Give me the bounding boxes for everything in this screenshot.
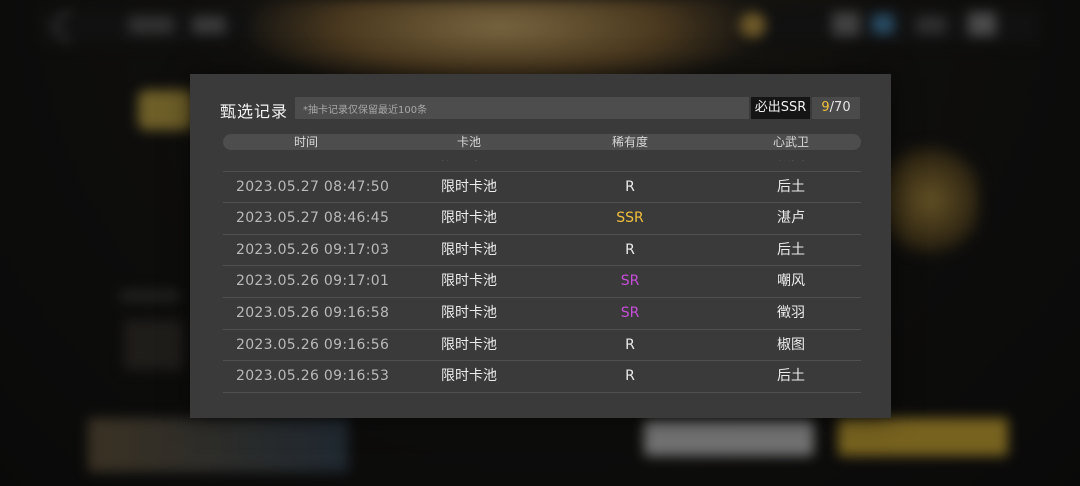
record-rarity: R — [625, 368, 635, 385]
record-time: 2023.05.26 09:16:56 — [236, 336, 390, 353]
record-time: 2023.05.26 09:17:01 — [236, 273, 390, 290]
record-rarity: R — [625, 336, 635, 353]
gacha-record-panel: 甄选记录 *抽卡记录仅保留最近100条 必出SSR 9/70 时间 卡池 稀有度… — [190, 74, 891, 418]
record-list-content: 2023.05.27 08:47:50限时卡池R椒图2023.05.27 08:… — [223, 160, 861, 393]
column-header-time: 时间 — [293, 135, 319, 149]
record-rarity: R — [625, 160, 635, 171]
table-row: 2023.05.27 08:47:50 限时卡池 R 后土 — [223, 172, 861, 204]
record-list[interactable]: 2023.05.27 08:47:50限时卡池R椒图2023.05.27 08:… — [223, 160, 861, 410]
ssr-total-count: /70 — [829, 100, 851, 115]
column-header-rarity: 稀有度 — [611, 135, 649, 149]
record-character: 徵羽 — [777, 304, 805, 321]
record-time: 2023.05.27 08:46:45 — [236, 210, 390, 227]
record-pool: 限时卡池 — [441, 336, 497, 353]
table-row: 2023.05.26 09:17:03 限时卡池 R 后土 — [223, 235, 861, 267]
table-row: 2023.05.26 09:17:01 限时卡池 SR 嘲风 — [223, 266, 861, 298]
table-header: 时间 卡池 稀有度 心武卫 — [223, 134, 861, 150]
record-character: 后土 — [777, 368, 805, 385]
record-character: 嘲风 — [777, 273, 805, 290]
record-time: 2023.05.27 08:47:50 — [236, 178, 390, 195]
guarantee-ssr-counter: 9/70 — [812, 97, 860, 119]
record-limit-note: *抽卡记录仅保留最近100条 — [303, 104, 428, 116]
record-character: 后土 — [777, 241, 805, 258]
record-character: 后土 — [777, 178, 805, 195]
record-pool: 限时卡池 — [441, 304, 497, 321]
record-pool: 限时卡池 — [441, 241, 497, 258]
record-character: 椒图 — [777, 160, 805, 171]
record-time: 2023.05.27 08:47:50 — [236, 160, 389, 171]
table-row: 2023.05.27 08:47:50 限时卡池 R 椒图 — [223, 160, 861, 172]
record-time: 2023.05.26 09:17:03 — [236, 241, 390, 258]
note-bar: *抽卡记录仅保留最近100条 — [295, 97, 749, 119]
record-rarity: SSR — [616, 210, 644, 227]
column-header-character: 心武卫 — [772, 135, 810, 149]
column-header-pool: 卡池 — [456, 135, 482, 149]
record-pool: 限时卡池 — [441, 273, 497, 290]
record-character: 椒图 — [777, 336, 805, 353]
record-pool: 限时卡池 — [441, 178, 497, 195]
panel-title: 甄选记录 — [220, 102, 289, 121]
record-pool: 限时卡池 — [441, 160, 497, 171]
record-character: 湛卢 — [777, 210, 805, 227]
ssr-current-count: 9 — [821, 100, 830, 115]
record-time: 2023.05.26 09:16:58 — [236, 304, 390, 321]
guarantee-ssr-label: 必出SSR — [751, 97, 810, 119]
record-pool: 限时卡池 — [441, 210, 497, 227]
record-rarity: R — [625, 241, 635, 258]
table-row: 2023.05.26 09:16:53 限时卡池 R 后土 — [223, 361, 861, 393]
table-row: 2023.05.26 09:16:58 限时卡池 SR 徵羽 — [223, 298, 861, 330]
record-time: 2023.05.26 09:16:53 — [236, 368, 390, 385]
game-screen: 甄选记录 *抽卡记录仅保留最近100条 必出SSR 9/70 时间 卡池 稀有度… — [0, 0, 1080, 486]
record-rarity: SR — [620, 273, 640, 290]
record-rarity: SR — [620, 304, 640, 321]
record-rarity: R — [625, 178, 635, 195]
table-row: 2023.05.27 08:46:45 限时卡池 SSR 湛卢 — [223, 203, 861, 235]
record-pool: 限时卡池 — [441, 368, 497, 385]
table-row: 2023.05.26 09:16:56 限时卡池 R 椒图 — [223, 330, 861, 362]
